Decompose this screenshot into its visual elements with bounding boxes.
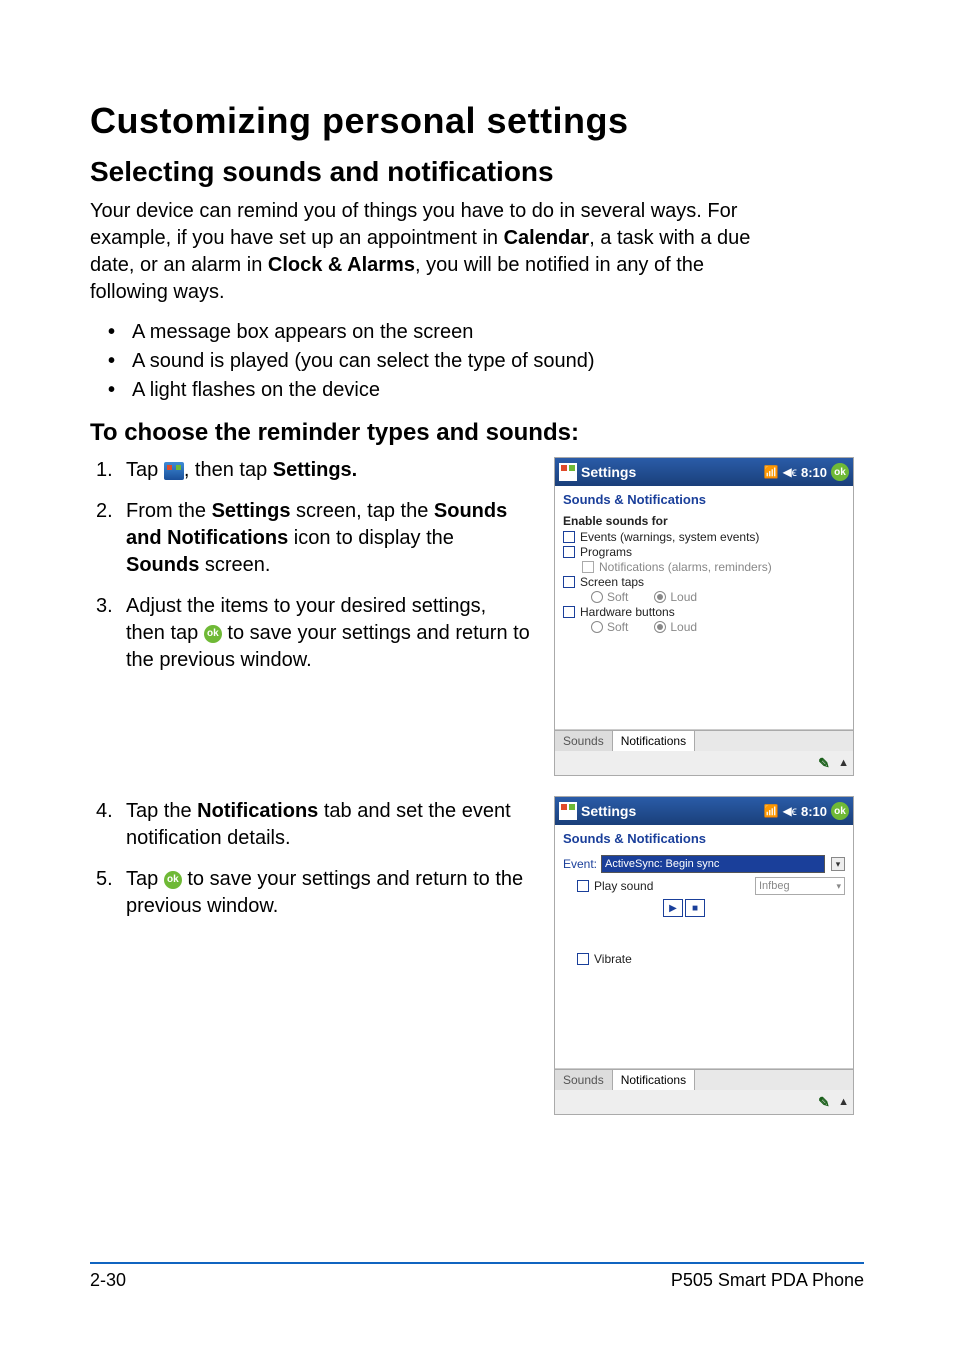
radio-label: Soft — [607, 590, 628, 604]
radio-label: Loud — [670, 620, 697, 634]
enable-sounds-label: Enable sounds for — [563, 514, 845, 528]
pda-subtitle: Sounds & Notifications — [555, 486, 853, 510]
radio-label: Loud — [670, 590, 697, 604]
checkbox-label: Programs — [580, 545, 632, 559]
volume-icon: ◀ϵ — [782, 804, 797, 818]
up-arrow-icon[interactable]: ▲ — [838, 757, 849, 769]
keyboard-icon[interactable]: ✎ — [818, 755, 834, 771]
radio-loud: Loud — [654, 620, 697, 634]
clock-label: 8:10 — [801, 465, 827, 480]
checkbox-play-sound[interactable]: Play sound Infbeg ▾ — [577, 877, 845, 895]
ok-icon: ok — [164, 871, 182, 889]
step-text-settings: Settings — [212, 500, 291, 522]
play-button[interactable]: ▶ — [663, 899, 683, 917]
checkbox-label: Vibrate — [594, 952, 632, 966]
checkbox-vibrate[interactable]: Vibrate — [577, 952, 845, 966]
step-text: Tap — [126, 868, 164, 890]
checkbox-label: Play sound — [594, 879, 653, 893]
stop-button[interactable]: ■ — [685, 899, 705, 917]
pda-titlebar: Settings 📶 ◀ϵ 8:10 ok — [555, 458, 853, 486]
sound-dropdown: Infbeg ▾ — [755, 877, 845, 895]
page-number: 2-30 — [90, 1270, 126, 1291]
step-text: screen. — [199, 554, 270, 576]
pda-screenshot-notifications: Settings 📶 ◀ϵ 8:10 ok Sounds & Notificat… — [554, 796, 854, 1115]
step-1: Tap , then tap Settings. — [96, 457, 530, 484]
titlebar-label: Settings — [581, 464, 763, 480]
step-text-settings: Settings. — [273, 459, 357, 481]
tab-sounds[interactable]: Sounds — [555, 731, 613, 751]
start-icon[interactable] — [559, 463, 577, 481]
ok-button[interactable]: ok — [831, 463, 849, 481]
pda-titlebar: Settings 📶 ◀ϵ 8:10 ok — [555, 797, 853, 825]
checkbox-events[interactable]: Events (warnings, system events) — [563, 530, 845, 544]
step-text: From the — [126, 500, 212, 522]
step-text: Tap the — [126, 800, 197, 822]
page-title: Customizing personal settings — [90, 100, 864, 142]
tab-notifications[interactable]: Notifications — [613, 1070, 695, 1090]
page-footer: 2-30 P505 Smart PDA Phone — [90, 1262, 864, 1291]
radio-label: Soft — [607, 620, 628, 634]
steps-list-b: Tap the Notifications tab and set the ev… — [96, 798, 530, 920]
checkbox-notifications: Notifications (alarms, reminders) — [563, 560, 845, 574]
footer-title: P505 Smart PDA Phone — [671, 1270, 864, 1291]
bullet-list: A message box appears on the screen A so… — [108, 318, 864, 405]
list-item: A light flashes on the device — [108, 376, 864, 405]
step-4: Tap the Notifications tab and set the ev… — [96, 798, 530, 852]
intro-calendar: Calendar — [504, 227, 590, 249]
event-label: Event: — [563, 857, 597, 871]
step-text: screen, tap the — [290, 500, 433, 522]
status-area: 📶 ◀ϵ 8:10 ok — [763, 463, 849, 481]
volume-icon: ◀ϵ — [782, 465, 797, 479]
step-text: icon to display the — [288, 527, 454, 549]
radio-soft: Soft — [591, 620, 628, 634]
pda-subtitle: Sounds & Notifications — [555, 825, 853, 849]
event-dropdown-value: ActiveSync: Begin sync — [605, 858, 719, 870]
radio-soft: Soft — [591, 590, 628, 604]
ok-button[interactable]: ok — [831, 802, 849, 820]
step-5: Tap ok to save your settings and return … — [96, 866, 530, 920]
checkbox-label: Screen taps — [580, 575, 644, 589]
step-text: to save your settings and return to the … — [126, 868, 523, 917]
tab-notifications[interactable]: Notifications — [613, 731, 695, 751]
intro-clock-alarms: Clock & Alarms — [268, 254, 415, 276]
checkbox-label: Events (warnings, system events) — [580, 530, 759, 544]
step-2: From the Settings screen, tap the Sounds… — [96, 498, 530, 579]
start-icon — [164, 462, 184, 480]
step-3: Adjust the items to your desired setting… — [96, 593, 530, 674]
clock-label: 8:10 — [801, 804, 827, 819]
radio-loud: Loud — [654, 590, 697, 604]
signal-icon: 📶 — [763, 804, 778, 818]
pda-screenshot-sounds: Settings 📶 ◀ϵ 8:10 ok Sounds & Notificat… — [554, 457, 854, 776]
pda-footerbar: ✎ ▲ — [555, 1090, 853, 1114]
checkbox-screentaps[interactable]: Screen taps — [563, 575, 845, 589]
step-text-sounds: Sounds — [126, 554, 199, 576]
tab-sounds[interactable]: Sounds — [555, 1070, 613, 1090]
status-area: 📶 ◀ϵ 8:10 ok — [763, 802, 849, 820]
intro-paragraph: Your device can remind you of things you… — [90, 198, 770, 306]
list-item: A message box appears on the screen — [108, 318, 864, 347]
step-text: Tap — [126, 459, 164, 481]
titlebar-label: Settings — [581, 803, 763, 819]
list-item: A sound is played (you can select the ty… — [108, 347, 864, 376]
signal-icon: 📶 — [763, 465, 778, 479]
up-arrow-icon[interactable]: ▲ — [838, 1096, 849, 1108]
sound-dropdown-value: Infbeg — [759, 880, 790, 892]
start-icon[interactable] — [559, 802, 577, 820]
checkbox-programs[interactable]: Programs — [563, 545, 845, 559]
pda-tabs: Sounds Notifications — [555, 730, 853, 751]
ok-icon: ok — [204, 625, 222, 643]
checkbox-label: Hardware buttons — [580, 605, 675, 619]
checkbox-label: Notifications (alarms, reminders) — [599, 560, 772, 574]
dropdown-arrow-icon[interactable]: ▾ — [831, 857, 845, 871]
section-title-choose: To choose the reminder types and sounds: — [90, 419, 864, 447]
checkbox-hardware[interactable]: Hardware buttons — [563, 605, 845, 619]
keyboard-icon[interactable]: ✎ — [818, 1094, 834, 1110]
steps-list-a: Tap , then tap Settings. From the Settin… — [96, 457, 530, 674]
pda-footerbar: ✎ ▲ — [555, 751, 853, 775]
pda-tabs: Sounds Notifications — [555, 1069, 853, 1090]
step-text: , then tap — [184, 459, 273, 481]
step-text-notifications: Notifications — [197, 800, 318, 822]
section-title-selecting: Selecting sounds and notifications — [90, 156, 864, 188]
event-dropdown[interactable]: ActiveSync: Begin sync — [601, 855, 825, 873]
